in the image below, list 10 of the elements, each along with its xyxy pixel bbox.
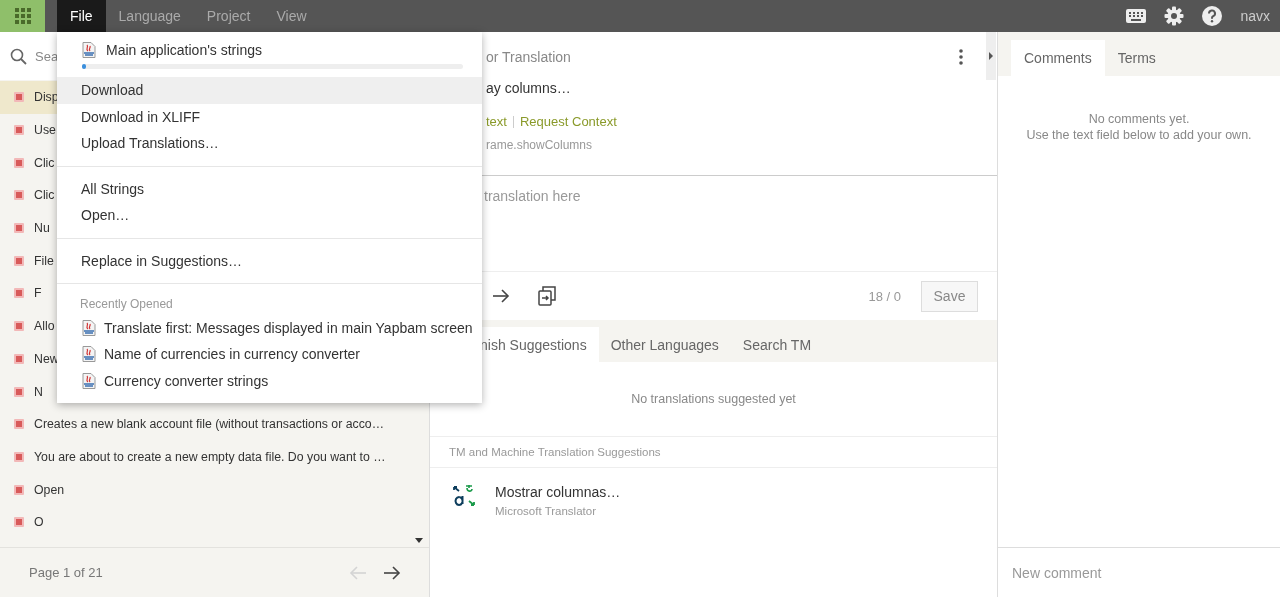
suggestion-source: Microsoft Translator: [495, 505, 597, 517]
section-title: or Translation: [486, 49, 571, 65]
character-counter: 18 / 0: [868, 288, 901, 304]
empty-message: Use the text field below to add your own.: [1026, 128, 1252, 142]
section-heading: Recently Opened: [79, 296, 174, 313]
page-label: Page 1 of 21: [29, 565, 103, 580]
string-key: rame.showColumns: [486, 138, 963, 152]
source-text: ay columns…: [486, 80, 572, 96]
section-heading: TM and Machine Translation Suggestions: [430, 437, 997, 468]
empty-message: No comments yet.: [1088, 112, 1190, 126]
